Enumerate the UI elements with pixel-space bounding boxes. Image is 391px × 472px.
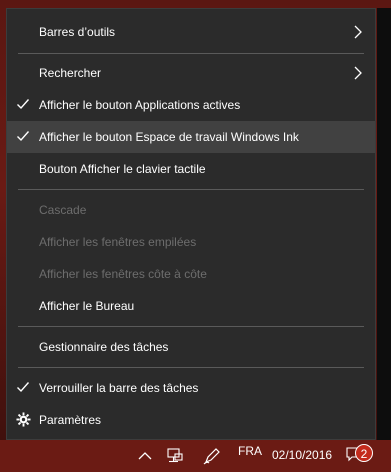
taskbar-date[interactable]: 02/10/2016 [272,448,332,462]
taskbar: FRA 02/10/2016 2 [0,440,391,472]
menu-item-side-by-side[interactable]: Afficher les fenêtres côte à côte [7,258,375,290]
menu-item-label: Afficher le Bureau [39,299,135,313]
menu-item-task-manager[interactable]: Gestionnaire des tâches [7,331,375,363]
menu-item-label: Rechercher [39,66,102,80]
taskbar-context-menu: Barres d’outils Rechercher Afficher le b… [6,8,376,440]
notification-count-badge: 2 [355,444,373,462]
menu-separator [18,367,364,368]
menu-separator [18,326,364,327]
menu-item-label: Gestionnaire des tâches [39,340,169,354]
menu-item-show-desktop[interactable]: Afficher le Bureau [7,290,375,322]
menu-item-stacked[interactable]: Afficher les fenêtres empilées [7,226,375,258]
menu-item-show-windows-ink[interactable]: Afficher le bouton Espace de travail Win… [7,121,375,153]
menu-item-show-task-view[interactable]: Afficher le bouton Applications actives [7,89,375,121]
menu-item-label: Paramètres [39,413,102,427]
checkmark-icon [17,382,30,393]
menu-item-touch-keyboard[interactable]: Bouton Afficher le clavier tactile [7,153,375,185]
language-indicator[interactable]: FRA [238,444,262,458]
chevron-right-icon [354,25,362,39]
menu-item-lock-taskbar[interactable]: Verrouiller la barre des tâches [7,372,375,404]
menu-item-label: Cascade [39,203,87,217]
menu-item-label: Bouton Afficher le clavier tactile [39,162,206,176]
checkmark-icon [17,99,30,110]
chevron-right-icon [354,66,362,80]
pen-icon[interactable] [203,447,221,465]
network-icon[interactable] [166,447,184,465]
background-window-edge [377,8,391,440]
menu-item-label: Afficher les fenêtres côte à côte [39,267,207,281]
menu-item-label: Afficher les fenêtres empilées [39,235,197,249]
menu-item-label: Afficher le bouton Espace de travail Win… [39,130,299,144]
menu-item-label: Verrouiller la barre des tâches [39,381,199,395]
menu-separator [18,53,364,54]
screen: Barres d’outils Rechercher Afficher le b… [0,0,391,472]
menu-item-search[interactable]: Rechercher [7,57,375,89]
chevron-up-icon[interactable] [136,447,154,465]
menu-item-settings[interactable]: Paramètres [7,404,375,436]
menu-item-label: Barres d’outils [39,25,116,39]
menu-item-cascade[interactable]: Cascade [7,194,375,226]
checkmark-icon [17,131,30,142]
menu-item-label: Afficher le bouton Applications actives [39,98,241,112]
menu-item-toolbars[interactable]: Barres d’outils [7,16,375,48]
gear-icon [16,412,31,427]
menu-separator [18,189,364,190]
